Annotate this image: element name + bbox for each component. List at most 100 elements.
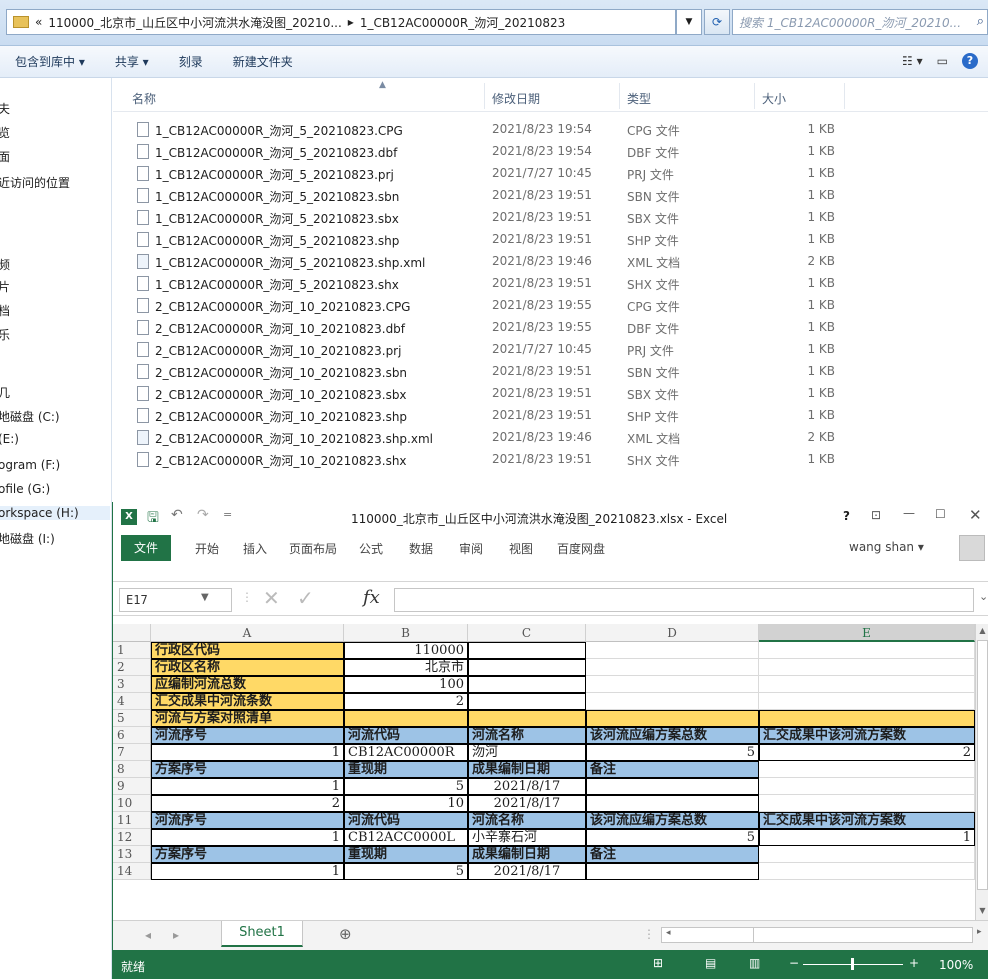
breadcrumb-parent[interactable]: 110000_北京市_山丘区中小河流洪水淹没图_20210... (48, 14, 341, 31)
select-all-corner[interactable] (113, 624, 151, 642)
cell[interactable] (759, 710, 975, 727)
add-sheet-icon[interactable]: ⊕ (339, 925, 352, 943)
cell[interactable] (468, 710, 586, 727)
row-header[interactable]: 3 (113, 676, 151, 693)
column-header-date[interactable]: 修改日期 (492, 90, 540, 107)
cell[interactable]: 应编制河流总数 (151, 676, 344, 693)
cell[interactable]: 2021/8/17 (468, 795, 586, 812)
cell[interactable]: 河流代码 (344, 727, 468, 744)
share-button[interactable]: 共享 ▾ (100, 53, 164, 70)
cell[interactable] (586, 642, 759, 659)
tab-baidu-netdisk[interactable]: 百度网盘 (557, 540, 605, 557)
cell[interactable] (759, 761, 975, 778)
vertical-scrollbar[interactable]: ▲ ▼ (975, 624, 988, 920)
row-header[interactable]: 5 (113, 710, 151, 727)
cell[interactable]: CB12AC00000R (344, 744, 468, 761)
cell[interactable]: 重现期 (344, 846, 468, 863)
file-row[interactable]: 2_CB12AC00000R_沕河_10_20210823.shp.xml 20… (113, 426, 988, 448)
cell[interactable]: 2021/8/17 (468, 778, 586, 795)
expand-formula-bar-icon[interactable]: ⌄ (979, 590, 988, 603)
user-account[interactable]: wang shan ▾ (849, 540, 924, 554)
cell[interactable] (759, 778, 975, 795)
zoom-slider-thumb[interactable] (851, 958, 854, 970)
cell[interactable] (759, 659, 975, 676)
row-header[interactable]: 7 (113, 744, 151, 761)
row-header[interactable]: 8 (113, 761, 151, 778)
nav-item[interactable]: 片 (0, 278, 10, 295)
cell[interactable]: 汇交成果中河流条数 (151, 693, 344, 710)
cell[interactable] (586, 710, 759, 727)
enter-icon[interactable]: ✓ (297, 586, 314, 610)
file-row[interactable]: 1_CB12AC00000R_沕河_5_20210823.dbf 2021/8/… (113, 140, 988, 162)
save-icon[interactable]: 🖫 (147, 507, 159, 531)
help-icon[interactable]: ? (962, 53, 978, 69)
column-header-name[interactable]: 名称 (132, 90, 156, 107)
cell[interactable]: 110000 (344, 642, 468, 659)
cell[interactable]: 1 (151, 829, 344, 846)
file-row[interactable]: 2_CB12AC00000R_沕河_10_20210823.prj 2021/7… (113, 338, 988, 360)
include-in-library-button[interactable]: 包含到库中 ▾ (0, 53, 100, 70)
breadcrumb-current[interactable]: 1_CB12AC00000R_沕河_20210823 (360, 14, 565, 31)
scroll-up-icon[interactable]: ▲ (977, 626, 988, 638)
normal-view-icon[interactable]: ⊞ (653, 956, 663, 970)
row-header[interactable]: 12 (113, 829, 151, 846)
scroll-down-icon[interactable]: ▼ (977, 906, 988, 918)
tab-file[interactable]: 文件 (121, 535, 171, 561)
close-icon[interactable]: ✕ (969, 506, 982, 524)
cell[interactable]: 沕河 (468, 744, 586, 761)
cell[interactable]: 2 (151, 795, 344, 812)
cell[interactable]: 5 (344, 778, 468, 795)
cell[interactable] (468, 659, 586, 676)
cell[interactable] (759, 676, 975, 693)
row-header[interactable]: 4 (113, 693, 151, 710)
cell[interactable]: 河流名称 (468, 812, 586, 829)
breadcrumb-overflow[interactable]: « (35, 15, 42, 29)
burn-button[interactable]: 刻录 (164, 53, 218, 70)
cell[interactable]: 行政区名称 (151, 659, 344, 676)
page-break-view-icon[interactable]: ▥ (749, 956, 760, 970)
cell[interactable]: 1 (759, 829, 975, 846)
file-row[interactable]: 1_CB12AC00000R_沕河_5_20210823.shp.xml 202… (113, 250, 988, 272)
cell[interactable]: 1 (151, 778, 344, 795)
nav-item[interactable]: 面 (0, 148, 10, 165)
sheet-prev-icon[interactable]: ◂ (145, 928, 151, 942)
row-header[interactable]: 10 (113, 795, 151, 812)
zoom-out-icon[interactable]: − (789, 956, 799, 970)
cell[interactable]: 备注 (586, 761, 759, 778)
tab-formulas[interactable]: 公式 (359, 540, 383, 557)
row-header[interactable]: 13 (113, 846, 151, 863)
cell[interactable] (759, 863, 975, 880)
horizontal-scrollbar[interactable]: ◂ (661, 927, 973, 943)
cell[interactable]: 100 (344, 676, 468, 693)
cell[interactable]: 2 (344, 693, 468, 710)
column-header-size[interactable]: 大小 (762, 90, 786, 107)
tab-page-layout[interactable]: 页面布局 (289, 540, 337, 557)
file-row[interactable]: 2_CB12AC00000R_沕河_10_20210823.sbn 2021/8… (113, 360, 988, 382)
preview-pane-icon[interactable]: ▭ (937, 54, 948, 68)
cell[interactable]: 备注 (586, 846, 759, 863)
address-bar[interactable]: « 110000_北京市_山丘区中小河流洪水淹没图_20210... ▸ 1_C… (6, 9, 676, 35)
name-box[interactable]: E17 (119, 588, 232, 612)
nav-item[interactable]: ofile (G:) (0, 482, 50, 496)
nav-item[interactable]: 近访问的位置 (0, 174, 70, 191)
minimize-icon[interactable]: — (903, 506, 915, 520)
quick-access-customize-icon[interactable]: = (223, 508, 232, 521)
cell[interactable] (468, 642, 586, 659)
nav-item[interactable]: 频 (0, 256, 10, 273)
cell[interactable]: 行政区代码 (151, 642, 344, 659)
cell[interactable] (586, 676, 759, 693)
sheet-tab-sheet1[interactable]: Sheet1 (221, 921, 303, 947)
ribbon-display-icon[interactable]: ⊡ (871, 508, 881, 522)
cell[interactable]: 小辛寨石河 (468, 829, 586, 846)
file-row[interactable]: 2_CB12AC00000R_沕河_10_20210823.CPG 2021/8… (113, 294, 988, 316)
cell[interactable] (468, 676, 586, 693)
row-header[interactable]: 2 (113, 659, 151, 676)
cell[interactable]: 河流序号 (151, 812, 344, 829)
row-header[interactable]: 9 (113, 778, 151, 795)
cell[interactable] (759, 795, 975, 812)
column-header[interactable]: C (468, 624, 586, 642)
tab-review[interactable]: 审阅 (459, 540, 483, 557)
scroll-right-icon[interactable]: ▸ (977, 927, 982, 937)
cell[interactable]: 方案序号 (151, 846, 344, 863)
cell[interactable] (759, 846, 975, 863)
